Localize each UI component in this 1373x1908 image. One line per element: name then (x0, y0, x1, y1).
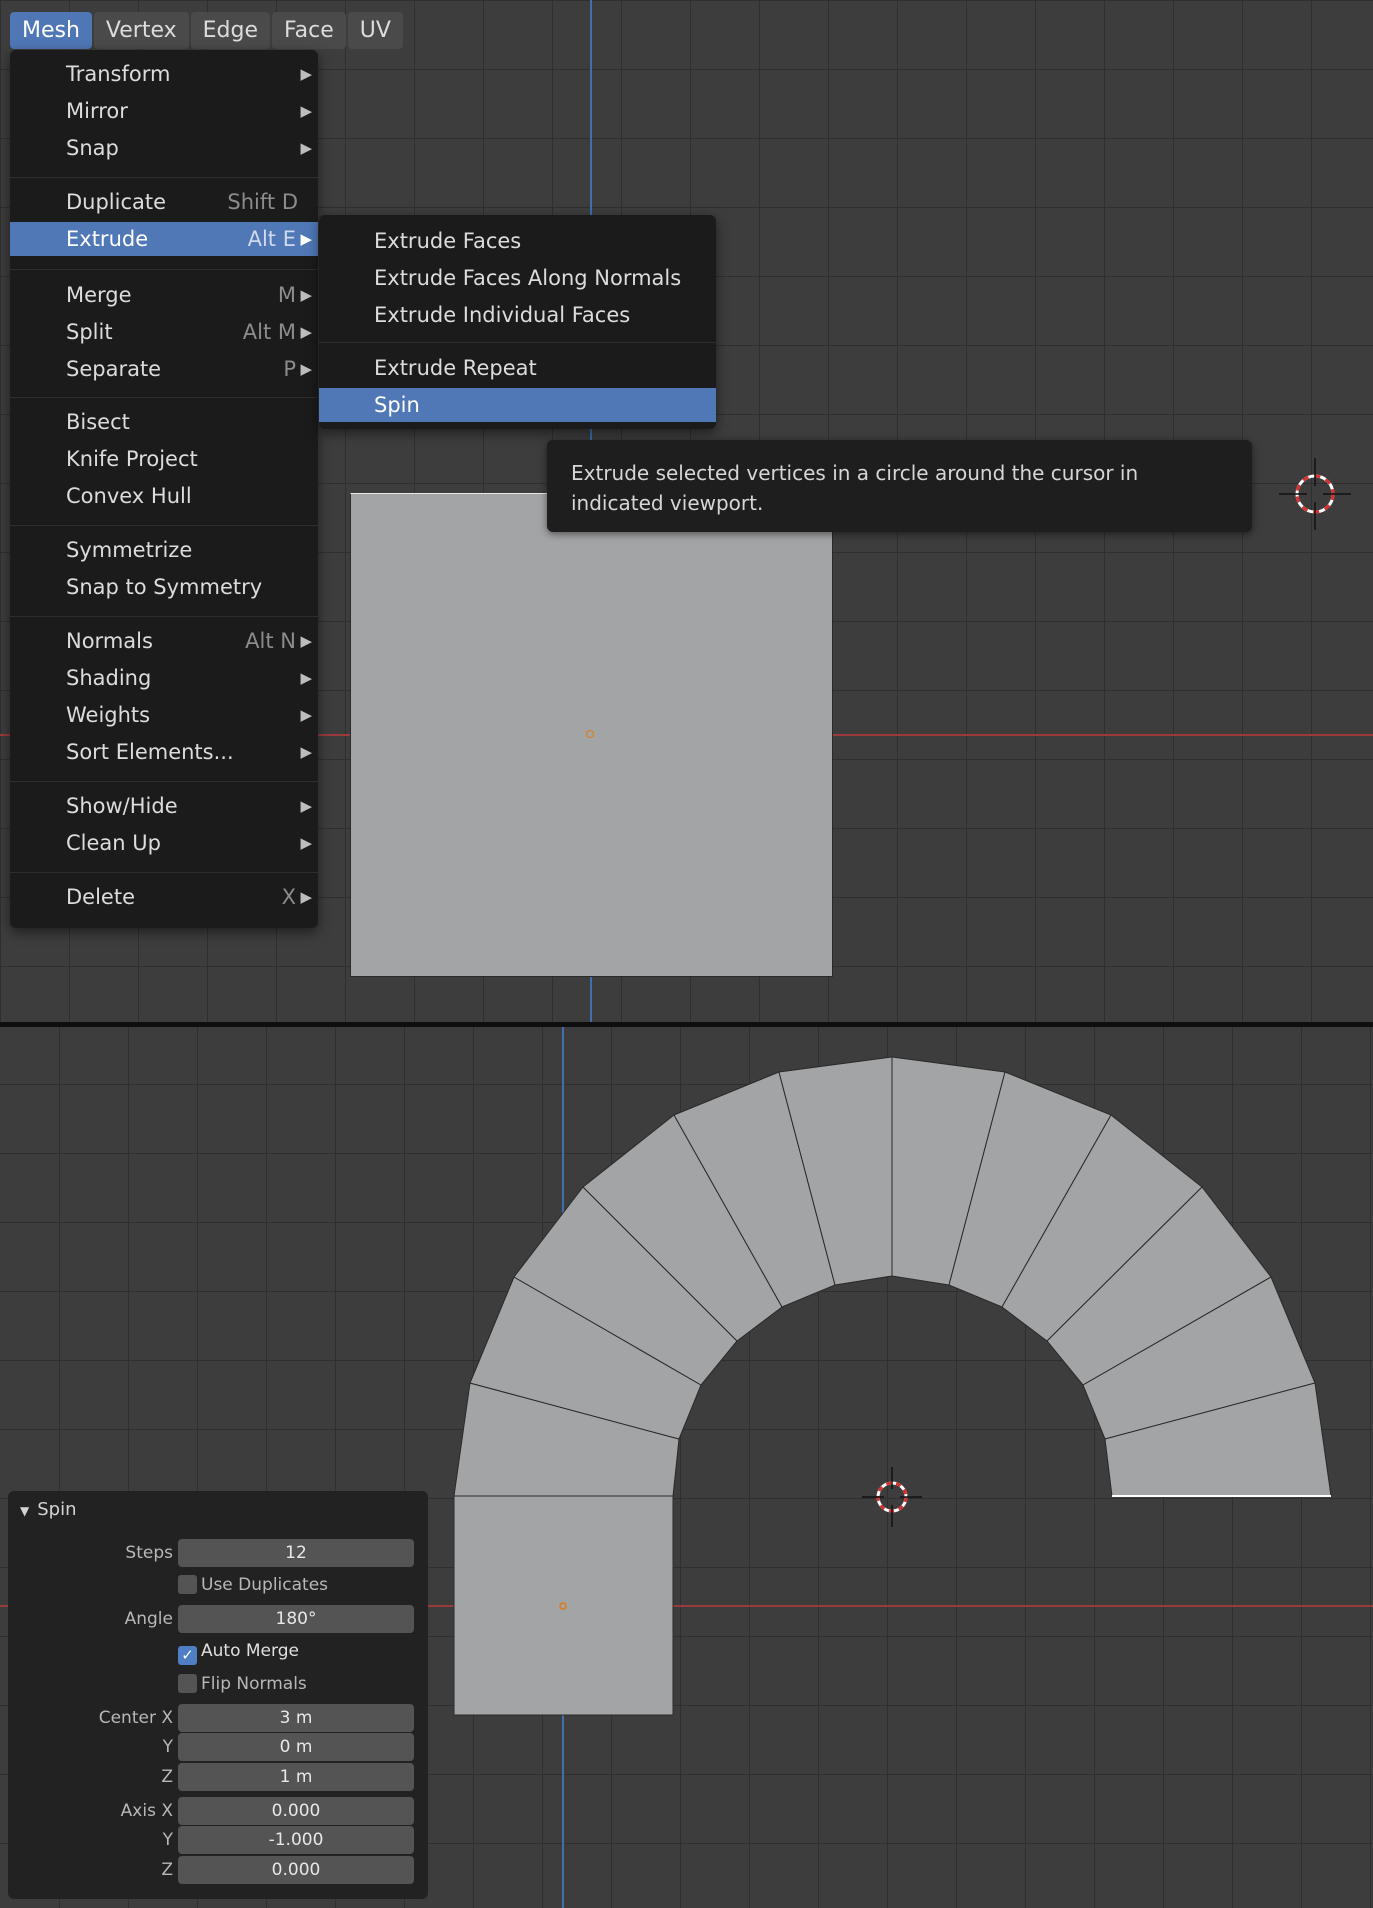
submenu-arrow-icon: ▶ (300, 286, 312, 304)
center-y-field[interactable]: 0 m (178, 1733, 414, 1761)
center-z-label: Z (161, 1767, 173, 1787)
object-origin (586, 730, 594, 738)
menu-item-transform[interactable]: Transform ▶ (10, 57, 318, 91)
menu-separator (10, 397, 318, 398)
menu-item-convex-hull[interactable]: Convex Hull (10, 479, 318, 513)
submenu-arrow-icon: ▶ (300, 669, 312, 687)
checkbox-box[interactable] (178, 1674, 197, 1693)
menu-item-extrude-individual-faces[interactable]: Extrude Individual Faces (319, 298, 716, 332)
axis-z-field[interactable]: 0.000 (178, 1856, 414, 1884)
menu-item-shading[interactable]: Shading ▶ (10, 661, 318, 695)
axis-z-label: Z (161, 1860, 173, 1880)
menu-item-extrude-faces-along-normals[interactable]: Extrude Faces Along Normals (319, 261, 716, 295)
axis-x-label: Axis X (120, 1801, 173, 1821)
menu-item-separate[interactable]: Separate P ▶ (10, 352, 318, 386)
extrude-submenu: Extrude Faces Extrude Faces Along Normal… (319, 215, 716, 429)
center-y-label: Y (162, 1737, 173, 1757)
axis-x-field[interactable]: 0.000 (178, 1797, 414, 1825)
menu-item-snap-to-symmetry[interactable]: Snap to Symmetry (10, 570, 318, 604)
menu-item-clean-up[interactable]: Clean Up ▶ (10, 826, 318, 860)
angle-label: Angle (124, 1609, 173, 1629)
submenu-arrow-icon: ▶ (300, 360, 312, 378)
submenu-arrow-icon: ▶ (300, 797, 312, 815)
menu-item-normals[interactable]: Normals Alt N ▶ (10, 624, 318, 658)
menu-item-split[interactable]: Split Alt M ▶ (10, 315, 318, 349)
menu-item-show-hide[interactable]: Show/Hide ▶ (10, 789, 318, 823)
submenu-arrow-icon: ▶ (300, 139, 312, 157)
steps-field[interactable]: 12 (178, 1539, 414, 1567)
menu-item-spin[interactable]: Spin (319, 388, 716, 422)
menu-item-merge[interactable]: Merge M ▶ (10, 278, 318, 312)
submenu-arrow-icon: ▶ (300, 706, 312, 724)
panel-header[interactable]: ▼ Spin (20, 1499, 77, 1520)
menu-item-mirror[interactable]: Mirror ▶ (10, 94, 318, 128)
submenu-arrow-icon: ▶ (300, 632, 312, 650)
menu-separator (10, 177, 318, 178)
menu-item-weights[interactable]: Weights ▶ (10, 698, 318, 732)
menu-separator (10, 269, 318, 270)
spin-operator-panel: ▼ Spin Steps 12 Use Duplicates Angle 180°… (8, 1491, 428, 1899)
center-x-label: Center X (98, 1708, 173, 1728)
menu-item-snap[interactable]: Snap ▶ (10, 131, 318, 165)
center-x-field[interactable]: 3 m (178, 1704, 414, 1732)
menu-separator (10, 525, 318, 526)
menu-separator (10, 616, 318, 617)
mesh-menu: Transform ▶ Mirror ▶ Snap ▶ Duplicate Shift … (10, 50, 318, 928)
menu-mesh[interactable]: Mesh (10, 12, 92, 49)
center-z-field[interactable]: 1 m (178, 1763, 414, 1791)
menu-item-duplicate[interactable]: Duplicate Shift D (10, 185, 318, 219)
menu-item-sort-elements[interactable]: Sort Elements... ▶ (10, 735, 318, 769)
viewport-top[interactable]: Mesh Vertex Edge Face UV Transform ▶ Mirr… (0, 0, 1373, 1022)
submenu-arrow-icon: ▶ (300, 888, 312, 906)
menu-item-delete[interactable]: Delete X ▶ (10, 880, 318, 914)
menu-item-extrude-repeat[interactable]: Extrude Repeat (319, 351, 716, 385)
menu-separator (319, 342, 716, 343)
menu-face[interactable]: Face (272, 12, 346, 49)
axis-y-label: Y (162, 1830, 173, 1850)
submenu-arrow-icon: ▶ (300, 102, 312, 120)
angle-field[interactable]: 180° (178, 1605, 414, 1633)
flip-normals-checkbox[interactable]: Flip Normals (178, 1674, 307, 1694)
submenu-arrow-icon: ▶ (300, 743, 312, 761)
submenu-arrow-icon: ▶ (300, 323, 312, 341)
use-duplicates-checkbox[interactable]: Use Duplicates (178, 1575, 328, 1595)
menu-item-extrude-faces[interactable]: Extrude Faces (319, 224, 716, 258)
3d-cursor-icon (862, 1467, 922, 1527)
menu-uv[interactable]: UV (347, 12, 403, 49)
axis-y-field[interactable]: -1.000 (178, 1826, 414, 1854)
submenu-arrow-icon: ▶ (300, 834, 312, 852)
menu-item-symmetrize[interactable]: Symmetrize (10, 533, 318, 567)
menu-item-knife-project[interactable]: Knife Project (10, 442, 318, 476)
checkmark-icon[interactable]: ✓ (178, 1646, 197, 1665)
steps-label: Steps (125, 1543, 173, 1563)
submenu-arrow-icon: ▶ (300, 65, 312, 83)
tooltip: Extrude selected vertices in a circle ar… (547, 440, 1252, 532)
collapse-triangle-icon[interactable]: ▼ (20, 1504, 29, 1518)
auto-merge-checkbox[interactable]: ✓ Auto Merge (178, 1641, 299, 1665)
checkbox-box[interactable] (178, 1575, 197, 1594)
menu-item-extrude[interactable]: Extrude Alt E ▶ (10, 222, 318, 256)
submenu-arrow-icon: ▶ (300, 230, 312, 248)
menu-separator (10, 781, 318, 782)
header-menubar: Mesh Vertex Edge Face UV (10, 12, 403, 49)
menu-vertex[interactable]: Vertex (93, 12, 189, 49)
menu-edge[interactable]: Edge (190, 12, 271, 49)
3d-cursor-icon (1279, 458, 1351, 530)
menu-separator (10, 872, 318, 873)
menu-item-bisect[interactable]: Bisect (10, 405, 318, 439)
